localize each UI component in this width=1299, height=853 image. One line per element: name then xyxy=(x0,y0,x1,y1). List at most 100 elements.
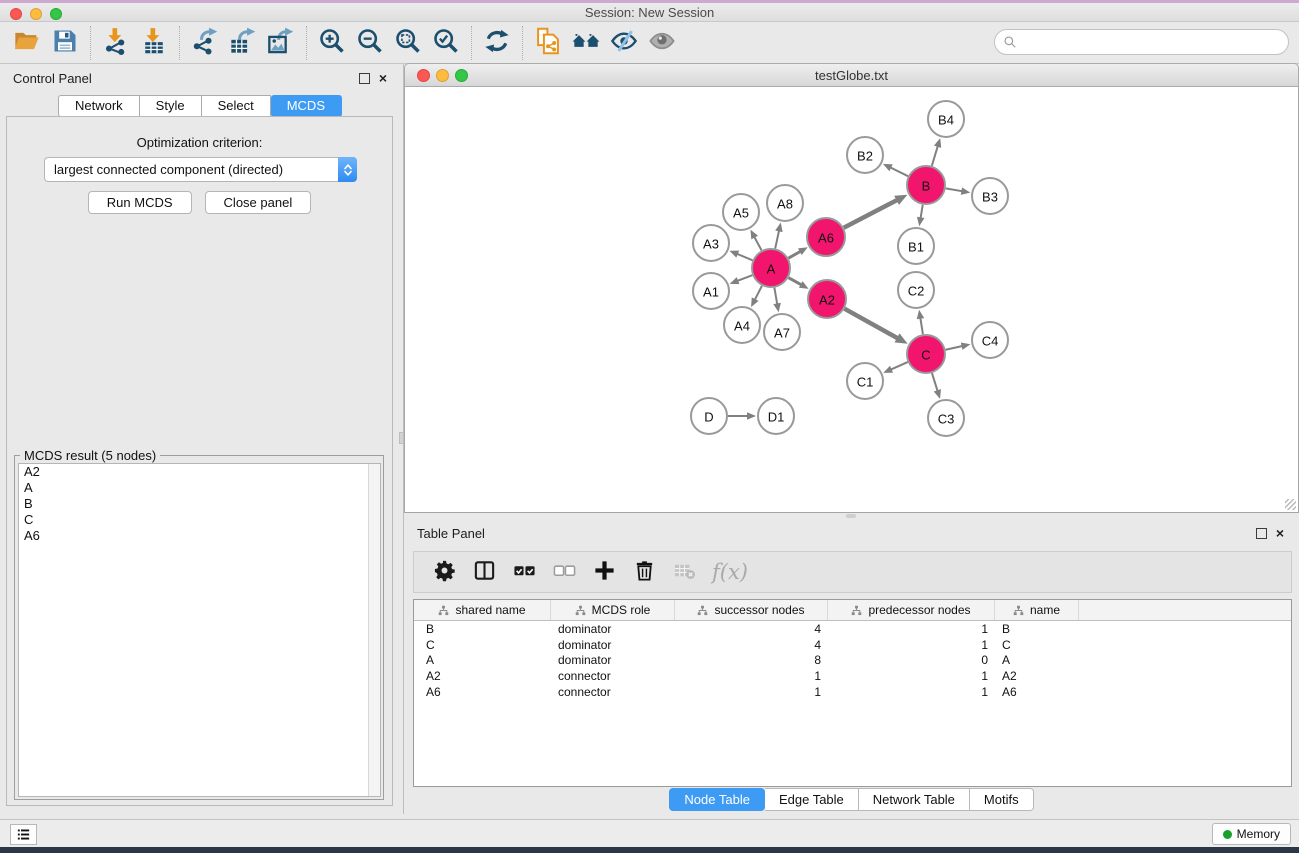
tab-select[interactable]: Select xyxy=(202,95,271,117)
table-cell[interactable]: dominator xyxy=(551,653,675,667)
edge-A-A8[interactable] xyxy=(775,229,779,248)
tab-node-table[interactable]: Node Table xyxy=(669,788,765,811)
delete-column-button[interactable] xyxy=(626,555,662,589)
float-panel-button[interactable] xyxy=(359,73,370,84)
network-node-A8[interactable]: A8 xyxy=(767,185,803,221)
column-layout-button[interactable] xyxy=(466,555,502,589)
table-cell[interactable]: 1 xyxy=(828,622,995,636)
network-node-B[interactable]: B xyxy=(907,166,945,204)
edge-A-A7[interactable] xyxy=(774,288,777,306)
column-header-successor-nodes[interactable]: successor nodes xyxy=(675,600,828,620)
close-panel-button[interactable]: Close panel xyxy=(205,191,312,214)
table-cell[interactable]: connector xyxy=(551,669,675,683)
network-node-C[interactable]: C xyxy=(907,335,945,373)
edge-A-A3[interactable] xyxy=(736,253,753,260)
table-cell[interactable]: 1 xyxy=(828,669,995,683)
network-node-A3[interactable]: A3 xyxy=(693,225,729,261)
network-node-A[interactable]: A xyxy=(752,249,790,287)
table-row[interactable]: Adominator80A xyxy=(414,652,1291,668)
edge-A-A1[interactable] xyxy=(736,275,752,281)
network-node-C2[interactable]: C2 xyxy=(898,272,934,308)
tab-edge-table[interactable]: Edge Table xyxy=(765,788,859,811)
column-header-MCDS-role[interactable]: MCDS role xyxy=(551,600,675,620)
network-node-D[interactable]: D xyxy=(691,398,727,434)
edge-A-A5[interactable] xyxy=(754,236,762,251)
tab-mcds[interactable]: MCDS xyxy=(271,95,342,117)
import-table-button[interactable] xyxy=(135,25,173,61)
table-cell[interactable]: 1 xyxy=(828,685,995,699)
refresh-button[interactable] xyxy=(478,25,516,61)
table-cell[interactable]: 1 xyxy=(675,685,828,699)
network-node-C3[interactable]: C3 xyxy=(928,400,964,436)
table-cell[interactable]: A6 xyxy=(414,685,551,699)
table-cell[interactable]: 4 xyxy=(675,622,828,636)
export-image-button[interactable] xyxy=(262,25,300,61)
horizontal-splitter-grip[interactable] xyxy=(846,514,856,518)
edge-A2-C[interactable] xyxy=(844,309,898,339)
network-node-C4[interactable]: C4 xyxy=(972,322,1008,358)
result-list-item[interactable]: A6 xyxy=(19,528,380,544)
hide-details-button[interactable] xyxy=(605,25,643,61)
criterion-dropdown[interactable]: largest connected component (directed) xyxy=(44,157,357,182)
resize-grip-icon[interactable] xyxy=(1285,499,1296,510)
mcds-result-list[interactable]: A2ABCA6 xyxy=(18,463,381,797)
table-cell[interactable]: C xyxy=(414,638,551,652)
edge-A-A4[interactable] xyxy=(754,286,762,301)
table-row[interactable]: Bdominator41B xyxy=(414,621,1291,637)
table-row[interactable]: A2connector11A2 xyxy=(414,668,1291,684)
edge-C-C2[interactable] xyxy=(920,317,923,335)
table-cell[interactable]: 8 xyxy=(675,653,828,667)
edge-B-B1[interactable] xyxy=(920,205,922,220)
network-window-titlebar[interactable]: testGlobe.txt xyxy=(404,63,1299,87)
network-node-A6[interactable]: A6 xyxy=(807,218,845,256)
zoom-selected-button[interactable] xyxy=(427,25,465,61)
table-cell[interactable]: B xyxy=(414,622,551,636)
add-column-button[interactable] xyxy=(586,555,622,589)
edge-C-C1[interactable] xyxy=(890,362,908,370)
network-node-A1[interactable]: A1 xyxy=(693,273,729,309)
export-network-button[interactable] xyxy=(186,25,224,61)
tab-motifs[interactable]: Motifs xyxy=(970,788,1034,811)
home-button[interactable] xyxy=(567,25,605,61)
result-list-item[interactable]: A2 xyxy=(19,464,380,480)
memory-button[interactable]: Memory xyxy=(1212,823,1291,845)
network-node-B3[interactable]: B3 xyxy=(972,178,1008,214)
network-node-B1[interactable]: B1 xyxy=(898,228,934,264)
edge-B-B3[interactable] xyxy=(946,188,964,191)
import-network-button[interactable] xyxy=(97,25,135,61)
table-cell[interactable]: A xyxy=(414,653,551,667)
network-node-C1[interactable]: C1 xyxy=(847,363,883,399)
edge-C-C4[interactable] xyxy=(946,346,964,350)
network-node-D1[interactable]: D1 xyxy=(758,398,794,434)
select-all-button[interactable] xyxy=(506,555,542,589)
table-cell[interactable]: 1 xyxy=(675,669,828,683)
result-scrollbar[interactable] xyxy=(368,464,380,796)
save-session-button[interactable] xyxy=(46,25,84,61)
network-document-button[interactable] xyxy=(529,25,567,61)
table-cell[interactable]: 1 xyxy=(828,638,995,652)
network-node-B2[interactable]: B2 xyxy=(847,137,883,173)
result-list-item[interactable]: A xyxy=(19,480,380,496)
table-row[interactable]: Cdominator41C xyxy=(414,637,1291,653)
close-panel-button[interactable]: × xyxy=(376,70,390,86)
tab-style[interactable]: Style xyxy=(140,95,202,117)
tab-network[interactable]: Network xyxy=(58,95,140,117)
zoom-out-button[interactable] xyxy=(351,25,389,61)
network-node-A2[interactable]: A2 xyxy=(808,280,846,318)
network-node-A7[interactable]: A7 xyxy=(764,314,800,350)
edge-B-B2[interactable] xyxy=(889,167,908,176)
zoom-fit-button[interactable] xyxy=(389,25,427,61)
network-node-B4[interactable]: B4 xyxy=(928,101,964,137)
result-list-item[interactable]: B xyxy=(19,496,380,512)
run-mcds-button[interactable]: Run MCDS xyxy=(88,191,192,214)
table-cell[interactable]: C xyxy=(995,638,1079,652)
task-history-button[interactable] xyxy=(10,824,37,845)
table-cell[interactable]: B xyxy=(995,622,1079,636)
column-header-shared-name[interactable]: shared name xyxy=(414,600,551,620)
table-row[interactable]: A6connector11A6 xyxy=(414,684,1291,700)
deselect-all-button[interactable] xyxy=(546,555,582,589)
column-header-predecessor-nodes[interactable]: predecessor nodes xyxy=(828,600,995,620)
zoom-in-button[interactable] xyxy=(313,25,351,61)
network-node-A5[interactable]: A5 xyxy=(723,194,759,230)
edge-A-A6[interactable] xyxy=(788,251,801,258)
